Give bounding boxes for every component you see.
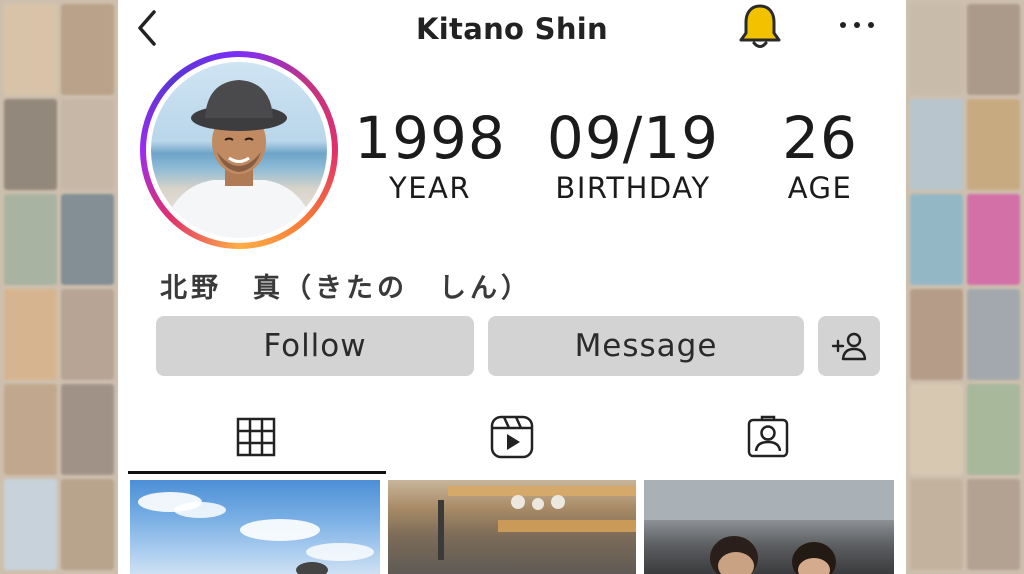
collage-tile — [967, 194, 1020, 285]
grid-icon — [236, 417, 276, 457]
collage-tile — [61, 4, 114, 95]
suggest-user-button[interactable] — [818, 316, 880, 376]
tab-reels[interactable] — [384, 400, 640, 474]
collage-tile — [4, 194, 57, 285]
stat-age-value: 26 — [782, 104, 858, 172]
collage-tile — [967, 479, 1020, 570]
collage-tile — [61, 194, 114, 285]
stat-age-label: AGE — [787, 171, 853, 205]
notifications-button[interactable] — [736, 2, 784, 52]
post-thumbnail[interactable] — [130, 480, 380, 574]
profile-photo — [151, 62, 327, 238]
collage-tile — [910, 99, 963, 190]
collage-tile — [967, 289, 1020, 380]
stat-birthday: 09/19 BIRTHDAY — [528, 106, 738, 206]
stat-year-label: YEAR — [388, 171, 472, 205]
more-options-button[interactable] — [834, 10, 880, 40]
background-collage-left — [0, 0, 118, 574]
collage-tile — [967, 99, 1020, 190]
message-button[interactable]: Message — [488, 316, 804, 376]
collage-tile — [61, 384, 114, 475]
bell-icon — [739, 4, 781, 48]
post-thumbnail[interactable] — [644, 480, 894, 574]
stat-birthday-value: 09/19 — [546, 104, 720, 172]
sky-photo — [138, 492, 374, 574]
content-tabs — [128, 400, 896, 474]
collage-tile — [61, 289, 114, 380]
person-photo-illustration — [161, 80, 317, 238]
people-photo — [644, 480, 894, 574]
profile-username: Kitano Shin — [416, 12, 608, 46]
stat-year: 1998 YEAR — [350, 106, 510, 206]
collage-tile — [4, 99, 57, 190]
tagged-user-icon — [747, 415, 789, 458]
collage-tile — [967, 4, 1020, 95]
add-user-icon — [831, 332, 867, 361]
follow-button[interactable]: Follow — [156, 316, 474, 376]
cafe-photo — [438, 486, 636, 560]
tab-posts[interactable] — [128, 400, 384, 474]
stat-year-value: 1998 — [354, 104, 506, 172]
stat-age: 26 AGE — [768, 106, 872, 206]
background-collage-right — [906, 0, 1024, 574]
profile-screen: Kitano Shin 1998 YEAR 09/19 BIRTHDAY 26 … — [118, 0, 906, 574]
post-thumbnail[interactable] — [388, 480, 636, 574]
collage-tile — [910, 479, 963, 570]
collage-tile — [61, 479, 114, 570]
stat-birthday-label: BIRTHDAY — [555, 171, 711, 205]
collage-tile — [4, 4, 57, 95]
collage-tile — [910, 4, 963, 95]
collage-tile — [910, 289, 963, 380]
collage-tile — [61, 99, 114, 190]
avatar[interactable] — [140, 51, 338, 249]
collage-tile — [910, 194, 963, 285]
tab-tagged[interactable] — [640, 400, 896, 474]
collage-tile — [4, 289, 57, 380]
collage-tile — [910, 384, 963, 475]
active-tab-indicator — [128, 471, 386, 474]
profile-full-name: 北野 真（きたの しん） — [160, 273, 532, 304]
more-horizontal-icon — [840, 22, 874, 28]
collage-tile — [4, 384, 57, 475]
collage-tile — [967, 384, 1020, 475]
collage-tile — [4, 479, 57, 570]
reels-icon — [490, 415, 534, 459]
